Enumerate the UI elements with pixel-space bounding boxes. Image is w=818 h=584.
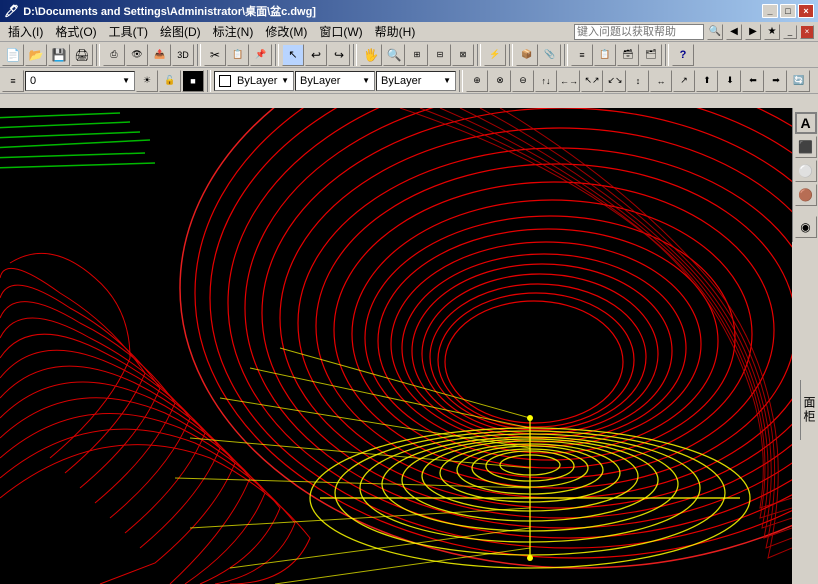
rt-sphere[interactable]: ⚪: [795, 160, 817, 182]
title-bar: 🖊 D:\Documents and Settings\Administrato…: [0, 0, 818, 22]
help-back-btn[interactable]: ◀: [726, 24, 742, 40]
tb-match-prop[interactable]: ⚡: [484, 44, 506, 66]
tb-sep-8: [665, 44, 669, 66]
tb-block-def[interactable]: 📎: [539, 44, 561, 66]
tb-view-11[interactable]: ⬆: [696, 70, 718, 92]
maximize-button[interactable]: □: [780, 4, 796, 18]
tb-help[interactable]: ?: [672, 44, 694, 66]
tb-save[interactable]: 💾: [48, 44, 70, 66]
tb-layer-color[interactable]: ■: [182, 70, 204, 92]
rt-material[interactable]: ◉: [795, 216, 817, 238]
tb-new[interactable]: 📄: [2, 44, 24, 66]
tb-sep-7: [564, 44, 568, 66]
tb-linetype-dropdown[interactable]: ByLayer ▼: [295, 71, 375, 91]
tb-sep-3: [275, 44, 279, 66]
tb-view-3[interactable]: ⊖: [512, 70, 534, 92]
menu-modify[interactable]: 修改(M): [259, 21, 313, 42]
menu-annotate[interactable]: 标注(N): [207, 21, 260, 42]
tb-zoom[interactable]: 🔍: [383, 44, 405, 66]
tb-sep-2: [197, 44, 201, 66]
tb-preview[interactable]: 👁: [126, 44, 148, 66]
tb-view-8[interactable]: ↕: [627, 70, 649, 92]
close-button[interactable]: ×: [798, 4, 814, 18]
tb-layer-dropdown[interactable]: 0 ▼: [25, 71, 135, 91]
tb-view-10[interactable]: ↗: [673, 70, 695, 92]
app-icon: 🖊: [4, 4, 19, 18]
tb-undo[interactable]: ↩: [305, 44, 327, 66]
tb-pan[interactable]: 🖐: [360, 44, 382, 66]
cad-drawing: [0, 108, 792, 584]
tb-sep-1: [96, 44, 100, 66]
tb-view-1[interactable]: ⊕: [466, 70, 488, 92]
menu-tools[interactable]: 工具(T): [103, 21, 154, 42]
menu-help[interactable]: 帮助(H): [369, 21, 422, 42]
search-icon-btn[interactable]: 🔍: [707, 24, 723, 40]
tb-zoom-ext[interactable]: ⊠: [452, 44, 474, 66]
linewidth-value: ByLayer: [381, 75, 421, 87]
canvas-area[interactable]: [0, 108, 792, 584]
tb-zoom-prev[interactable]: ⊟: [429, 44, 451, 66]
tb-print[interactable]: 🖨: [71, 44, 93, 66]
tb-paste[interactable]: 📌: [250, 44, 272, 66]
color-value: ByLayer: [237, 75, 277, 87]
rt-3d-cube[interactable]: ⬛: [795, 136, 817, 158]
linetype-value: ByLayer: [300, 75, 340, 87]
tb-cursor[interactable]: ↖: [282, 44, 304, 66]
toolbar-row-1: 📄 📂 💾 🖨 ⎙ 👁 📤 3D ✂ 📋 📌 ↖ ↩ ↪ 🖐 🔍 ⊞ ⊟ ⊠ ⚡…: [0, 42, 818, 68]
tb-open[interactable]: 📂: [25, 44, 47, 66]
rt-shading[interactable]: 🟤: [795, 184, 817, 206]
tb-view-2[interactable]: ⊗: [489, 70, 511, 92]
tb-view-13[interactable]: ⬅: [742, 70, 764, 92]
menu-format[interactable]: 格式(O): [49, 21, 102, 42]
minimize-button[interactable]: _: [762, 4, 778, 18]
tb-sep-5: [477, 44, 481, 66]
tb-view-9[interactable]: ↔: [650, 70, 672, 92]
toolbar-row-2: ≡ 0 ▼ ☀ 🔓 ■ ByLayer ▼ ByLayer ▼ ByLayer …: [0, 68, 818, 94]
tb-view-6[interactable]: ↖↗: [581, 70, 603, 92]
tb-block-edit[interactable]: 📦: [516, 44, 538, 66]
tb-view-4[interactable]: ↑↓: [535, 70, 557, 92]
right-edge-label: 面柜: [800, 380, 818, 440]
tb-view-15[interactable]: 🔄: [788, 70, 810, 92]
tb-plot[interactable]: ⎙: [103, 44, 125, 66]
tb-layer[interactable]: ≡: [571, 44, 593, 66]
tb-prop[interactable]: 📋: [594, 44, 616, 66]
tb-linewidth-dropdown[interactable]: ByLayer ▼: [376, 71, 456, 91]
tb-sep-9: [207, 70, 211, 92]
tb-copy[interactable]: 📋: [227, 44, 249, 66]
tb-redo[interactable]: ↪: [328, 44, 350, 66]
help-forward-btn[interactable]: ▶: [745, 24, 761, 40]
tb-layer-lock[interactable]: 🔓: [159, 70, 181, 92]
window-title: D:\Documents and Settings\Administrator\…: [19, 3, 762, 19]
tb-3d[interactable]: 3D: [172, 44, 194, 66]
tb-view-7[interactable]: ↙↘: [604, 70, 626, 92]
tb-sep-10: [459, 70, 463, 92]
tb-view-5[interactable]: ←→: [558, 70, 580, 92]
tb-sep-6: [509, 44, 513, 66]
tb-layer-mgr[interactable]: ≡: [2, 70, 24, 92]
menu-bar: 插入(I) 格式(O) 工具(T) 绘图(D) 标注(N) 修改(M) 窗口(W…: [0, 22, 570, 42]
tb-color-dropdown[interactable]: ByLayer ▼: [214, 71, 294, 91]
menu-window[interactable]: 窗口(W): [313, 21, 368, 42]
right-toolbar: A ⬛ ⚪ 🟤 ◉: [792, 108, 818, 242]
menu-insert[interactable]: 插入(I): [2, 21, 49, 42]
tb-layer-freeze[interactable]: ☀: [136, 70, 158, 92]
rt-view-box[interactable]: A: [795, 112, 817, 134]
layer-value: 0: [30, 75, 36, 87]
tb-view-12[interactable]: ⬇: [719, 70, 741, 92]
help-close-btn[interactable]: ×: [800, 25, 814, 39]
help-minimize-btn[interactable]: _: [783, 25, 797, 39]
tb-publish[interactable]: 📤: [149, 44, 171, 66]
tb-zoom-window[interactable]: ⊞: [406, 44, 428, 66]
tb-cut[interactable]: ✂: [204, 44, 226, 66]
tb-sep-4: [353, 44, 357, 66]
help-search-input[interactable]: [574, 24, 704, 40]
menu-draw[interactable]: 绘图(D): [154, 21, 207, 42]
help-star-btn[interactable]: ★: [764, 24, 780, 40]
tb-toolpalette[interactable]: 🗂: [640, 44, 662, 66]
title-controls: _ □ ×: [762, 4, 814, 18]
tb-designcenter[interactable]: 🗃: [617, 44, 639, 66]
tb-view-14[interactable]: ➡: [765, 70, 787, 92]
